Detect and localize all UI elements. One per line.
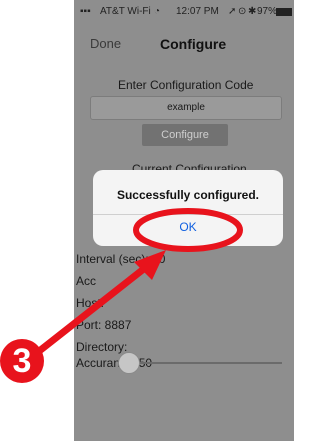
step-badge: 3 <box>0 339 44 383</box>
highlight-ellipse <box>133 208 243 252</box>
annotation-arrow-shaft <box>34 260 154 356</box>
annotation-overlay <box>34 208 243 356</box>
